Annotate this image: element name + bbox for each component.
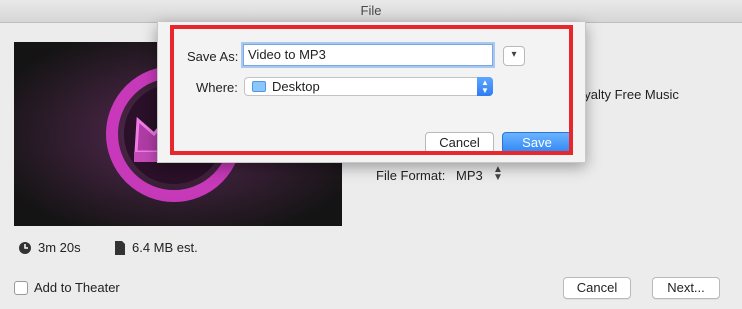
file-format-select[interactable]: MP3 <box>456 168 483 183</box>
cancel-button[interactable]: Cancel <box>563 277 631 299</box>
duration-info: 3m 20s <box>18 240 81 255</box>
add-to-theater-checkbox-row[interactable]: Add to Theater <box>14 280 120 295</box>
duration-text: 3m 20s <box>38 240 81 255</box>
video-subtitle-fragment: oyalty Free Music <box>577 87 679 102</box>
size-info: 6.4 MB est. <box>114 240 198 255</box>
size-text: 6.4 MB est. <box>132 240 198 255</box>
window-title: File <box>0 0 742 23</box>
document-icon <box>115 240 125 255</box>
next-button[interactable]: Next... <box>652 277 720 299</box>
add-to-theater-checkbox[interactable] <box>14 280 28 295</box>
file-format-label: File Format: <box>376 168 446 183</box>
add-to-theater-label: Add to Theater <box>34 280 120 295</box>
clock-icon <box>19 241 31 254</box>
updown-stepper-icon[interactable]: ▲ ▼ <box>493 165 503 183</box>
highlight-box <box>170 25 573 155</box>
